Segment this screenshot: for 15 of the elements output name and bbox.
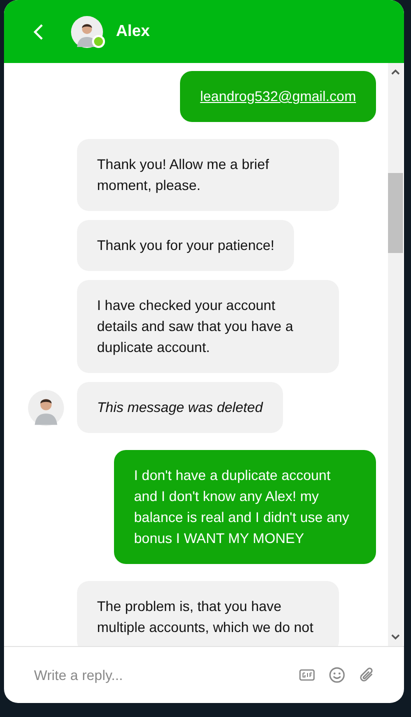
scroll-down-icon[interactable] xyxy=(391,634,400,640)
message-bubble: Thank you for your patience! xyxy=(77,220,294,271)
contact-name: Alex xyxy=(116,22,150,40)
message-bubble: Thank you! Allow me a brief moment, please. xyxy=(77,139,339,211)
avatar-icon xyxy=(28,390,64,426)
message-bubble: I have checked your account details and saw that you have a duplicate account. xyxy=(77,280,339,373)
scrollbar[interactable] xyxy=(388,63,403,646)
scroll-thumb[interactable] xyxy=(388,173,403,253)
email-link[interactable]: leandrog532@gmail.com xyxy=(200,88,356,104)
message-bubble: This message was deleted xyxy=(77,382,283,433)
scroll-up-icon[interactable] xyxy=(391,69,400,75)
reply-field[interactable]: Write a reply... xyxy=(32,666,286,684)
message-bubble: I don't have a duplicate account and I don't know any Alex! my balance is real and I didn't use any bonus I WANT MY MONEY xyxy=(114,450,376,564)
smiley-icon[interactable] xyxy=(328,666,346,684)
message-bubble: The problem is, that you have multiple accounts, which we do not xyxy=(77,581,339,646)
